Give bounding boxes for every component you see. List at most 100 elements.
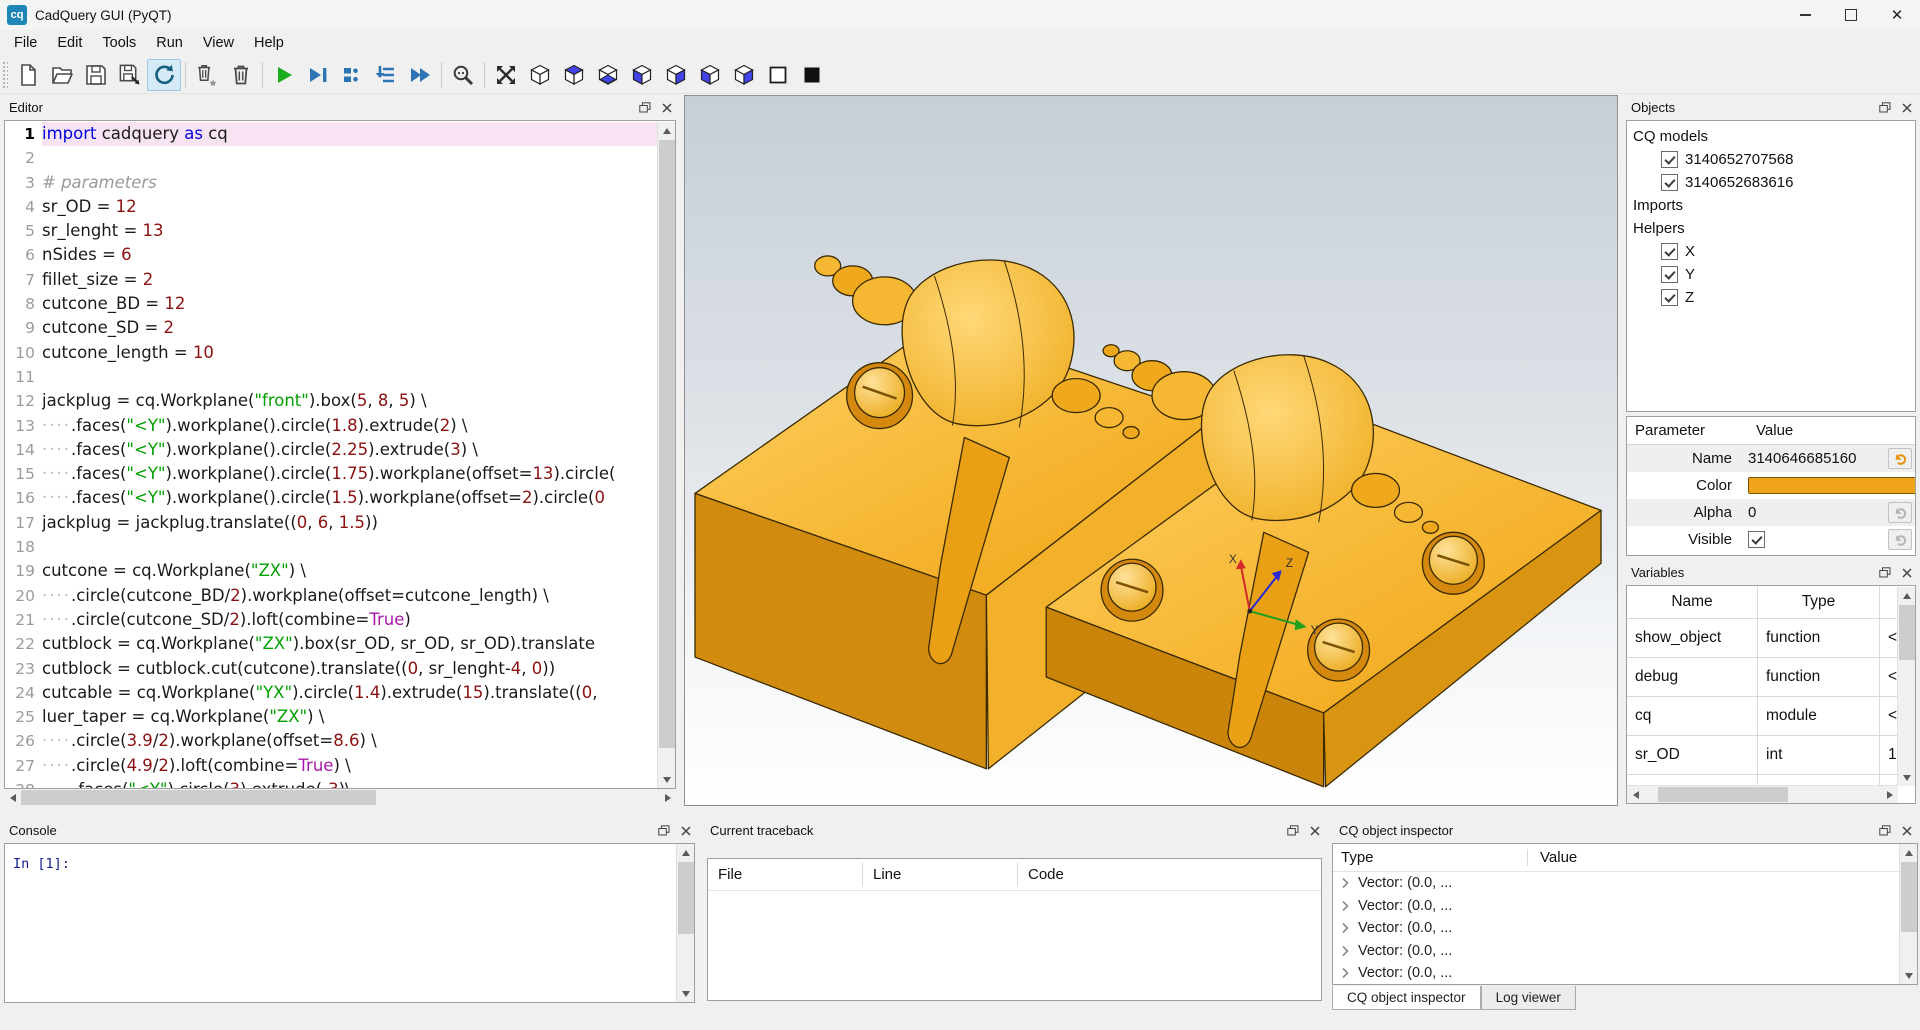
- tree-group-imports[interactable]: Imports: [1627, 194, 1915, 217]
- menu-help[interactable]: Help: [244, 32, 294, 54]
- tree-item[interactable]: 3140652683616: [1627, 171, 1915, 194]
- view-top-icon[interactable]: [557, 59, 591, 91]
- scroll-right-icon[interactable]: [659, 789, 676, 806]
- new-file-icon[interactable]: [11, 59, 45, 91]
- scroll-down-icon[interactable]: [677, 985, 694, 1002]
- fit-all-icon[interactable]: [489, 59, 523, 91]
- editor-horizontal-scrollbar[interactable]: [4, 789, 676, 806]
- close-icon[interactable]: [1900, 566, 1914, 579]
- inspector-row[interactable]: Vector: (0.0, ...: [1333, 962, 1917, 985]
- view-left-icon[interactable]: [693, 59, 727, 91]
- inspector-vertical-scrollbar[interactable]: [1899, 844, 1917, 984]
- expand-chevron-icon[interactable]: [1341, 967, 1350, 979]
- render-icon[interactable]: [190, 59, 224, 91]
- viewport-3d[interactable]: X Z Y: [684, 95, 1618, 806]
- expand-chevron-icon[interactable]: [1341, 922, 1350, 934]
- console-vertical-scrollbar[interactable]: [676, 844, 694, 1002]
- scroll-up-icon[interactable]: [658, 122, 675, 139]
- reset-icon[interactable]: [1888, 448, 1912, 469]
- menu-edit[interactable]: Edit: [47, 32, 92, 54]
- scroll-right-icon[interactable]: [1881, 786, 1898, 803]
- wireframe-icon[interactable]: [761, 59, 795, 91]
- continue-icon[interactable]: [403, 59, 437, 91]
- toolbar-drag-handle[interactable]: [2, 61, 8, 89]
- save-as-icon[interactable]: [113, 59, 147, 91]
- step-icon[interactable]: [335, 59, 369, 91]
- close-icon[interactable]: [660, 101, 674, 114]
- variables-horizontal-scrollbar[interactable]: [1627, 785, 1898, 803]
- scroll-down-icon[interactable]: [1900, 967, 1917, 984]
- objects-tree[interactable]: CQ models31406527075683140652683616Impor…: [1626, 120, 1916, 412]
- float-icon[interactable]: [1878, 566, 1892, 579]
- inspector-row[interactable]: Vector: (0.0, ...: [1333, 917, 1917, 940]
- reset-icon[interactable]: [1888, 529, 1912, 550]
- close-icon[interactable]: [1900, 824, 1914, 837]
- close-icon[interactable]: [1900, 101, 1914, 114]
- variables-table[interactable]: NameTypeshow_objectfunction<fdebugfuncti…: [1627, 586, 1898, 786]
- menu-run[interactable]: Run: [146, 32, 193, 54]
- view-right-icon[interactable]: [727, 59, 761, 91]
- run-icon[interactable]: [267, 59, 301, 91]
- checkbox-checked-icon[interactable]: [1748, 531, 1765, 548]
- scrollbar-thumb[interactable]: [1658, 787, 1788, 802]
- tree-group-cq-models[interactable]: CQ models: [1627, 125, 1915, 148]
- checkbox-checked-icon[interactable]: [1661, 151, 1678, 168]
- open-file-icon[interactable]: [45, 59, 79, 91]
- scroll-up-icon[interactable]: [1898, 587, 1915, 604]
- tab-cq-object-inspector[interactable]: CQ object inspector: [1332, 986, 1481, 1010]
- scrollbar-thumb[interactable]: [1901, 862, 1917, 932]
- inspector-row[interactable]: Vector: (0.0, ...: [1333, 940, 1917, 963]
- scroll-up-icon[interactable]: [677, 844, 694, 861]
- inspector-row[interactable]: Vector: (0.0, ...: [1333, 895, 1917, 918]
- code-editor[interactable]: 1import cadquery as cq23# parameters4sr_…: [4, 120, 676, 789]
- float-icon[interactable]: [638, 101, 652, 114]
- view-iso-icon[interactable]: [523, 59, 557, 91]
- tree-item[interactable]: 3140652707568: [1627, 148, 1915, 171]
- checkbox-checked-icon[interactable]: [1661, 289, 1678, 306]
- minimize-icon[interactable]: [1782, 0, 1828, 30]
- view-back-icon[interactable]: [659, 59, 693, 91]
- variables-vertical-scrollbar[interactable]: [1897, 587, 1915, 786]
- tree-group-helpers[interactable]: Helpers: [1627, 217, 1915, 240]
- menu-file[interactable]: File: [4, 32, 47, 54]
- variable-row[interactable]: cqmodule<m: [1627, 697, 1898, 736]
- close-icon[interactable]: ✕: [1874, 0, 1920, 30]
- color-swatch[interactable]: [1748, 477, 1916, 494]
- inspector-row[interactable]: Vector: (0.0, ...: [1333, 872, 1917, 895]
- variable-row[interactable]: debugfunction<f: [1627, 658, 1898, 697]
- console-output[interactable]: In [1]:: [4, 843, 695, 1003]
- checkbox-checked-icon[interactable]: [1661, 266, 1678, 283]
- scroll-left-icon[interactable]: [1627, 786, 1644, 803]
- zoom-fit-icon[interactable]: [446, 59, 480, 91]
- shaded-icon[interactable]: [795, 59, 829, 91]
- tree-item[interactable]: Y: [1627, 263, 1915, 286]
- code-area[interactable]: 1import cadquery as cq23# parameters4sr_…: [5, 122, 658, 788]
- expand-chevron-icon[interactable]: [1341, 945, 1350, 957]
- scroll-down-icon[interactable]: [658, 771, 675, 788]
- tab-log-viewer[interactable]: Log viewer: [1481, 986, 1576, 1010]
- clear-icon[interactable]: [224, 59, 258, 91]
- editor-vertical-scrollbar[interactable]: [657, 122, 675, 788]
- tree-item[interactable]: Z: [1627, 286, 1915, 309]
- scrollbar-thumb[interactable]: [659, 140, 675, 748]
- view-bottom-icon[interactable]: [591, 59, 625, 91]
- variable-row[interactable]: sr_ODint12: [1627, 736, 1898, 775]
- debug-icon[interactable]: [301, 59, 335, 91]
- tree-item[interactable]: X: [1627, 240, 1915, 263]
- console-prompt[interactable]: In [1]:: [5, 844, 694, 872]
- save-icon[interactable]: [79, 59, 113, 91]
- menu-view[interactable]: View: [193, 32, 244, 54]
- traceback-table[interactable]: FileLineCode: [707, 858, 1322, 1001]
- checkbox-checked-icon[interactable]: [1661, 174, 1678, 191]
- scrollbar-thumb[interactable]: [21, 790, 376, 805]
- scroll-up-icon[interactable]: [1900, 844, 1917, 861]
- variable-row[interactable]: show_objectfunction<f: [1627, 619, 1898, 658]
- float-icon[interactable]: [1878, 101, 1892, 114]
- reload-icon[interactable]: [147, 59, 181, 91]
- menu-tools[interactable]: Tools: [92, 32, 146, 54]
- expand-chevron-icon[interactable]: [1341, 900, 1350, 912]
- view-front-icon[interactable]: [625, 59, 659, 91]
- step-into-icon[interactable]: [369, 59, 403, 91]
- maximize-icon[interactable]: [1828, 0, 1874, 30]
- expand-chevron-icon[interactable]: [1341, 877, 1350, 889]
